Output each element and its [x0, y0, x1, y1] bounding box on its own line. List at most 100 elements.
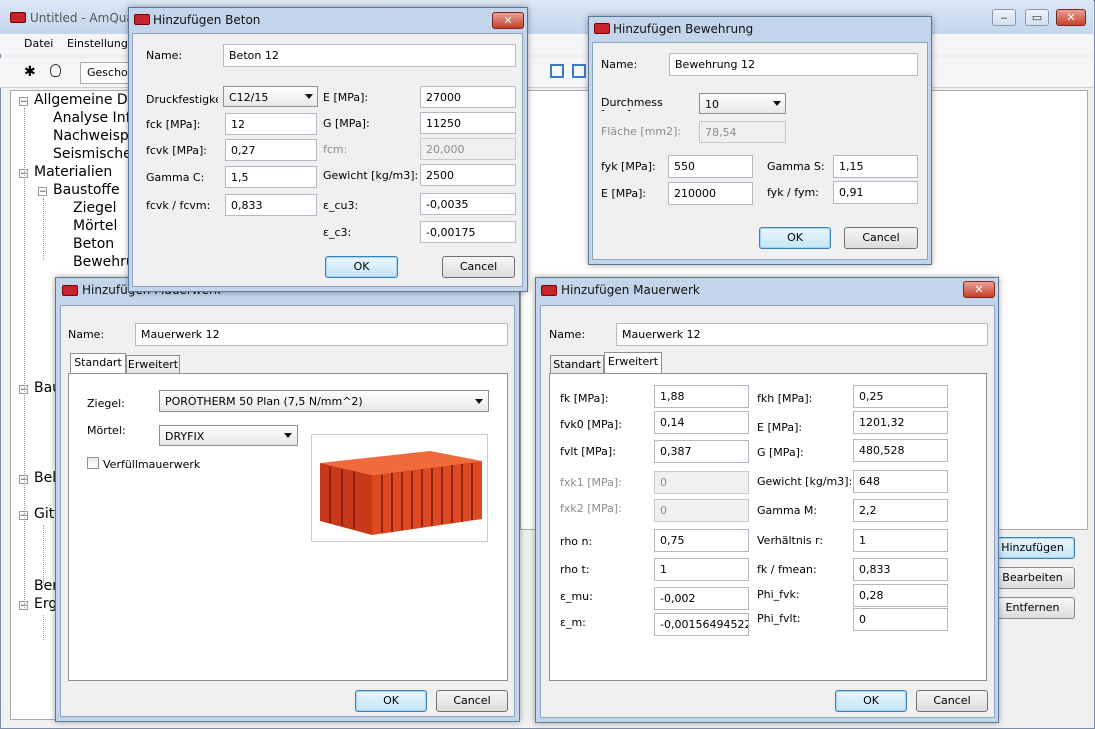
ok-button[interactable]: OK [355, 690, 427, 712]
eps-c3-input[interactable]: -0,00175 [420, 221, 516, 243]
fcm-input: 20,000 [420, 138, 516, 160]
cube-icon[interactable] [550, 64, 564, 78]
g-input[interactable]: 11250 [420, 112, 516, 134]
fvlt-input[interactable]: 0,387 [654, 440, 749, 463]
edit-button[interactable]: Bearbeiten [990, 567, 1075, 589]
fkh-input[interactable]: 0,25 [853, 385, 948, 408]
fyk-label: fyk [MPa]: [601, 160, 656, 173]
bug-icon[interactable]: ✱ [24, 64, 36, 80]
gamma-s-input[interactable]: 1,15 [833, 155, 918, 178]
fvk0-input[interactable]: 0,14 [654, 411, 749, 434]
menu-datei[interactable]: Datei [24, 37, 53, 50]
chevron-down-icon [305, 94, 313, 99]
close-icon[interactable]: ✕ [1056, 9, 1086, 26]
tree-collapse-icon[interactable]: − [19, 97, 28, 107]
eps-mu-input[interactable]: -0,002 [654, 587, 749, 610]
tab-standard[interactable]: Standart [70, 353, 126, 374]
rho-n-input[interactable]: 0,75 [654, 529, 749, 552]
ok-button[interactable]: OK [835, 690, 907, 712]
tree-item-beton[interactable]: Beton [73, 236, 114, 252]
eps-cu3-input[interactable]: -0,0035 [420, 193, 516, 215]
dialog-body [132, 33, 523, 287]
moertel-label: Mörtel: [87, 424, 126, 437]
tree-item-moertel[interactable]: Mörtel [73, 218, 117, 234]
tree-item-seismische[interactable]: Seismische [53, 146, 132, 162]
tree-collapse-icon[interactable]: − [38, 187, 47, 197]
druckfestigkeit-select[interactable]: C12/15 [223, 86, 318, 107]
gewicht-input[interactable]: 2500 [420, 164, 516, 186]
rho-t-label: rho t: [560, 563, 590, 576]
fk-fmean-input[interactable]: 0,833 [853, 558, 948, 581]
gamma-m-input[interactable]: 2,2 [853, 499, 948, 522]
name-label: Name: [601, 58, 638, 71]
name-input[interactable]: Bewehrung 12 [669, 53, 918, 76]
fck-label: fck [MPa]: [146, 118, 201, 131]
tree-item-analyse-info[interactable]: Analyse Info [53, 110, 139, 126]
e-input[interactable]: 27000 [420, 86, 516, 108]
close-icon[interactable]: ✕ [492, 12, 524, 29]
gewicht-input[interactable]: 648 [853, 470, 948, 493]
dialog-title: Hinzufügen Bewehrung [613, 22, 754, 36]
minimize-icon[interactable]: ‒ [992, 9, 1016, 26]
tree-item-ziegel[interactable]: Ziegel [73, 200, 116, 216]
dialog-title: Hinzufügen Mauerwerk [561, 283, 700, 297]
durchmesser-label: Durchmesser [mm]: [601, 97, 663, 111]
name-input[interactable]: Mauerwerk 12 [135, 323, 508, 346]
remove-button[interactable]: Entfernen [990, 597, 1075, 619]
tab-erweitert[interactable]: Erweitert [126, 355, 180, 374]
tab-erweitert[interactable]: Erweitert [604, 352, 662, 374]
storey-combo[interactable]: Geschoß [80, 62, 135, 84]
name-label: Name: [549, 328, 586, 341]
cancel-button[interactable]: Cancel [442, 256, 515, 278]
fk-input[interactable]: 1,88 [654, 385, 749, 408]
rho-t-input[interactable]: 1 [654, 558, 749, 581]
ziegel-select[interactable]: POROTHERM 50 Plan (7,5 N/mm^2) [159, 390, 489, 412]
e-input[interactable]: 1201,32 [853, 411, 948, 434]
ok-button[interactable]: OK [759, 227, 831, 249]
e-label: E [MPa]: [757, 421, 803, 434]
eps-m-input[interactable]: -0,001564945226 [654, 613, 749, 636]
verfuell-checkbox[interactable] [87, 457, 99, 469]
fyk-fym-label: fyk / fym: [767, 186, 819, 199]
ziegel-label: Ziegel: [87, 397, 125, 410]
cancel-button[interactable]: Cancel [844, 227, 918, 249]
phi-fvlt-label: Phi_fvlt: [757, 612, 801, 625]
cube-icon[interactable] [572, 64, 586, 78]
rho-n-label: rho n: [560, 535, 593, 548]
fcvk-input[interactable]: 0,27 [225, 139, 317, 161]
lightbulb-icon[interactable] [50, 64, 61, 77]
fck-input[interactable]: 12 [225, 113, 317, 135]
tree-line [24, 108, 25, 608]
phi-fvlt-input[interactable]: 0 [853, 608, 948, 631]
fcvk-fcvm-input[interactable]: 0,833 [225, 194, 317, 216]
add-button[interactable]: Hinzufügen [990, 537, 1075, 559]
close-icon[interactable]: ✕ [963, 281, 995, 298]
app-icon [134, 14, 150, 25]
name-input[interactable]: Mauerwerk 12 [616, 323, 988, 346]
ok-button[interactable]: OK [325, 256, 398, 278]
gamma-s-label: Gamma S: [767, 160, 825, 173]
tree-item-belastung[interactable]: Bel [34, 470, 56, 486]
fvlt-label: fvlt [MPa]: [560, 445, 616, 458]
verhaeltnis-input[interactable]: 1 [853, 529, 948, 552]
main-window-title: Untitled - AmQual [30, 11, 138, 25]
tree-item-ergebnisse[interactable]: Erg [34, 596, 57, 612]
gamma-c-input[interactable]: 1,5 [225, 166, 317, 188]
tree-item-materialien[interactable]: Materialien [34, 164, 112, 180]
cancel-button[interactable]: Cancel [916, 690, 988, 712]
app-icon [594, 23, 610, 34]
fxk1-input: 0 [654, 471, 749, 494]
tab-standard[interactable]: Standart [550, 355, 604, 374]
moertel-select[interactable]: DRYFIX [159, 425, 298, 446]
phi-fvk-input[interactable]: 0,28 [853, 584, 948, 607]
maximize-icon[interactable]: ▭ [1025, 9, 1049, 26]
tree-item-baustoffe[interactable]: Baustoffe [53, 182, 120, 198]
eps-mu-label: ε_mu: [560, 590, 593, 603]
e-input[interactable]: 210000 [668, 182, 753, 205]
g-input[interactable]: 480,528 [853, 439, 948, 462]
chevron-down-icon [475, 399, 483, 404]
cancel-button[interactable]: Cancel [436, 690, 508, 712]
fyk-input[interactable]: 550 [668, 155, 753, 178]
fyk-fym-input[interactable]: 0,91 [833, 181, 918, 204]
name-input[interactable]: Beton 12 [223, 44, 516, 67]
